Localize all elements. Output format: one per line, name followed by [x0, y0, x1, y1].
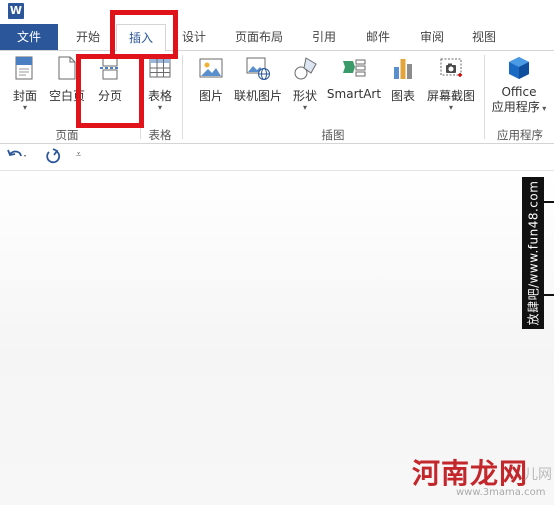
tab-page-layout[interactable]: 页面布局	[228, 24, 290, 50]
shapes-icon	[292, 55, 318, 81]
pictures-label: 图片	[198, 89, 223, 103]
watermark-tick-bottom	[544, 294, 554, 296]
highlight-page-break	[76, 54, 144, 128]
smartart-label: SmartArt	[326, 87, 382, 101]
office-apps-label: Office 应用程序 ▾	[488, 85, 550, 116]
pages-group-label: 页面	[55, 128, 79, 142]
shapes-dropdown-icon: ▾	[302, 103, 307, 112]
site-watermark-suffix: 儿网	[524, 467, 552, 483]
online-picture-icon	[245, 55, 271, 81]
site-watermark-url: www.3mama.com	[456, 487, 546, 498]
online-pictures-button[interactable]: 联机图片	[232, 55, 284, 104]
apps-group-label: 应用程序	[497, 128, 543, 142]
shapes-label: 形状	[292, 89, 317, 103]
tables-group-label: 表格	[148, 128, 172, 142]
cover-page-dropdown-icon: ▾	[22, 103, 27, 112]
quick-access-toolbar: ⩡	[0, 144, 554, 171]
vertical-watermark: 放肆吧/www.fun48.com	[522, 177, 544, 329]
picture-icon	[198, 55, 224, 81]
tab-references[interactable]: 引用	[302, 24, 346, 50]
site-watermark-logo: 河南龙网	[412, 457, 529, 490]
customize-qat-icon[interactable]: ⩡	[76, 150, 81, 160]
highlight-insert-tab	[110, 10, 178, 59]
watermark-tick-top	[544, 201, 554, 203]
group-separator	[484, 55, 485, 139]
tab-review[interactable]: 审阅	[410, 24, 454, 50]
illustrations-group-label: 插图	[321, 128, 345, 142]
screenshot-button[interactable]: 屏幕截图 ▾	[424, 55, 478, 112]
pictures-button[interactable]: 图片	[194, 55, 228, 104]
chart-label: 图表	[390, 89, 415, 103]
undo-icon	[7, 149, 26, 157]
group-separator	[182, 55, 183, 139]
table-label: 表格	[147, 89, 172, 103]
cover-page-icon	[12, 55, 38, 81]
shapes-button[interactable]: 形状 ▾	[288, 55, 322, 112]
tab-file[interactable]: 文件	[0, 24, 58, 50]
cover-page-label: 封面	[12, 89, 37, 103]
tab-home[interactable]: 开始	[66, 24, 110, 50]
chart-button[interactable]: 图表	[388, 55, 418, 104]
smartart-button[interactable]: SmartArt	[326, 55, 382, 101]
office-store-icon	[506, 55, 532, 81]
redo-icon	[46, 148, 61, 164]
office-apps-label-line2: 应用程序	[491, 100, 540, 114]
word-logo-icon: W	[8, 3, 24, 19]
chart-icon	[390, 55, 416, 81]
screenshot-dropdown-icon: ▾	[448, 103, 453, 112]
tab-view[interactable]: 视图	[462, 24, 506, 50]
screenshot-label: 屏幕截图	[426, 89, 475, 103]
table-button[interactable]: 表格 ▾	[145, 55, 175, 112]
cover-page-button[interactable]: 封面 ▾	[8, 55, 42, 112]
ribbon-tabs: 文件 开始 插入 设计 页面布局 引用 邮件 审阅 视图	[0, 24, 554, 52]
title-bar: W	[0, 0, 554, 24]
redo-button[interactable]	[44, 147, 62, 168]
office-apps-dropdown-icon: ▾	[539, 104, 547, 113]
smartart-icon	[341, 55, 367, 81]
vertical-watermark-text: 放肆吧/www.fun48.com	[526, 180, 541, 326]
office-apps-label-line1: Office	[501, 85, 537, 99]
table-dropdown-icon: ▾	[157, 103, 162, 112]
online-pictures-label: 联机图片	[233, 89, 282, 103]
undo-button[interactable]	[6, 147, 28, 168]
tab-mailings[interactable]: 邮件	[356, 24, 400, 50]
tab-design[interactable]: 设计	[172, 24, 216, 50]
screenshot-icon	[438, 55, 464, 81]
office-apps-button[interactable]: Office 应用程序 ▾	[488, 55, 550, 116]
